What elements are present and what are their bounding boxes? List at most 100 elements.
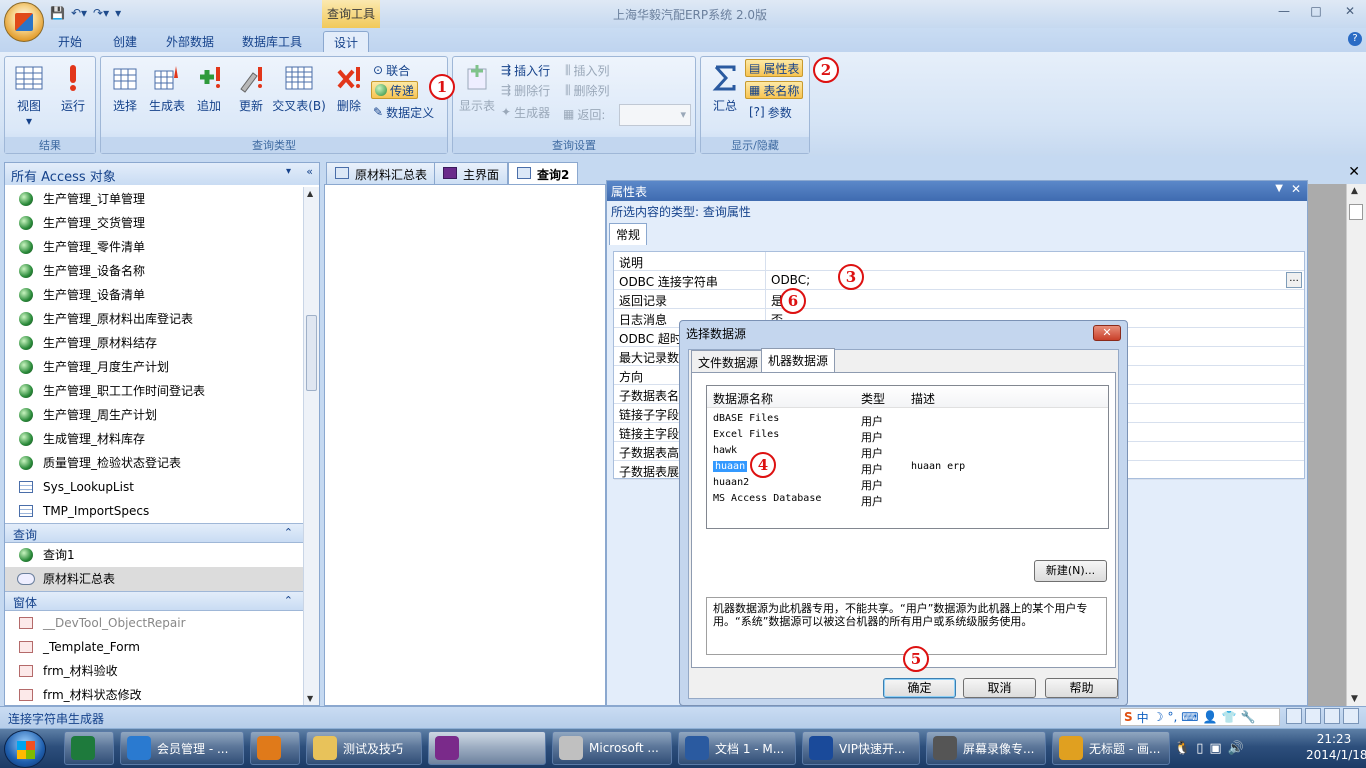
maximize-button[interactable]: □ [1306,4,1326,20]
user-icon[interactable]: 👤 [1203,710,1218,724]
collapse-pane-icon[interactable]: « [306,165,313,178]
qq-icon[interactable]: 🐧 [1174,741,1190,756]
new-data-source-button[interactable]: 新建(N)... [1034,560,1107,582]
return-combo[interactable]: ▾ [619,104,691,126]
nav-item[interactable]: 质量管理_检验状态登记表 [5,451,303,475]
moon-icon[interactable]: ☽ [1153,710,1164,724]
clock[interactable]: 21:23 2014/1/18 [1306,731,1366,763]
wrench-icon[interactable]: 🔧 [1241,710,1256,724]
nav-item[interactable]: frm_材料状态修改 [5,683,303,707]
nav-item[interactable]: 生产管理_设备清单 [5,283,303,307]
pass-through-button[interactable]: 传递 [371,81,419,99]
taskbar-button[interactable]: 测试及技巧 [306,731,422,765]
data-source-row[interactable]: Excel Files 用户 [707,428,1108,444]
sogou-icon[interactable]: S [1124,710,1133,724]
nav-item[interactable]: 生产管理_原材料出库登记表 [5,307,303,331]
ime-toolbar[interactable]: S 中 ☽ °, ⌨ 👤 👕 🔧 [1120,708,1280,726]
taskbar-button[interactable] [64,731,114,765]
help-button[interactable]: 帮助 [1045,678,1118,698]
nav-item[interactable]: _Template_Form [5,635,303,659]
nav-item[interactable]: 生产管理_设备名称 [5,259,303,283]
show-table-button[interactable]: 显示表 [455,63,499,119]
column-name[interactable]: 数据源名称 [713,390,773,407]
taskbar-button[interactable] [250,731,300,765]
column-description[interactable]: 描述 [911,390,935,407]
property-row[interactable]: 说明 [614,252,1304,271]
ime-mode[interactable]: 中 [1137,709,1149,726]
sql-editor-area[interactable] [324,184,606,706]
scroll-up-icon[interactable]: ▲ [1351,186,1358,196]
nav-item[interactable]: 生产管理_订单管理 [5,187,303,211]
scroll-up-icon[interactable]: ▲ [307,189,313,198]
scroll-down-icon[interactable]: ▼ [307,694,313,703]
taskbar-button[interactable]: Microsoft ... [552,731,672,765]
volume-icon[interactable]: 🔊 [1228,741,1244,756]
tab-machine-data-source[interactable]: 机器数据源 [761,348,836,372]
tab-database-tools[interactable]: 数据库工具 [232,31,312,52]
view-button[interactable]: 视图 ▾ [7,63,51,128]
nav-scrollbar[interactable]: ▲ ▼ [303,187,319,705]
scroll-thumb[interactable] [306,315,317,391]
doc-tab-query2[interactable]: 查询2 [508,162,579,184]
property-row[interactable]: 返回记录是 [614,290,1304,309]
save-icon[interactable]: 💾 [50,6,65,20]
keyboard-icon[interactable]: ⌨ [1181,710,1198,724]
network-icon[interactable]: ▣ [1209,741,1221,756]
delete-col-button[interactable]: ⫼ 删除列 [565,81,610,99]
design-view-icon[interactable] [1324,708,1340,724]
select-query-button[interactable]: 选择 [103,63,147,119]
data-source-row[interactable]: MS Access Database 用户 [707,492,1108,508]
chevron-down-icon[interactable]: ▼ [1275,183,1283,194]
taskbar-button[interactable]: 屏幕录像专... [926,731,1046,765]
append-button[interactable]: 追加 [187,63,231,119]
delete-row-button[interactable]: ⇶ 删除行 [501,81,550,99]
nav-section-forms[interactable]: 窗体 ⌃ [5,591,303,611]
nav-item[interactable]: 原材料汇总表 [5,567,303,591]
nav-item[interactable]: 生产管理_月度生产计划 [5,355,303,379]
tab-create[interactable]: 创建 [103,31,147,52]
property-value[interactable] [766,252,776,271]
office-button[interactable] [4,2,44,42]
taskbar-button[interactable] [428,731,546,765]
cancel-button[interactable]: 取消 [963,678,1036,698]
document-scrollbar[interactable]: ▲ ▼ [1346,184,1366,706]
totals-button[interactable]: 汇总 [703,63,747,119]
nav-item[interactable]: __DevTool_ObjectRepair [5,611,303,635]
nav-item[interactable]: 生成管理_材料库存 [5,427,303,451]
nav-item[interactable]: 查询1 [5,543,303,567]
nav-item[interactable]: TMP_ImportSpecs [5,499,303,523]
table-names-button[interactable]: ▦ 表名称 [745,81,804,99]
nav-item[interactable]: 生产管理_交货管理 [5,211,303,235]
insert-row-button[interactable]: ⇶ 插入行 [501,61,550,79]
start-button[interactable] [4,730,46,768]
make-table-button[interactable]: 生成表 [145,63,189,119]
help-icon[interactable]: ? [1348,32,1362,46]
punctuation-icon[interactable]: °, [1167,710,1177,724]
sql-view-icon[interactable] [1305,708,1321,724]
tab-general[interactable]: 常规 [609,223,648,245]
usb-icon[interactable]: ▯ [1196,741,1203,756]
run-button[interactable]: 运行 [51,63,95,119]
nav-item[interactable]: Sys_LookupList [5,475,303,499]
close-icon[interactable]: ✕ [1291,182,1301,196]
redo-icon[interactable]: ↷▾ [93,6,109,20]
tab-external-data[interactable]: 外部数据 [156,31,224,52]
delete-query-button[interactable]: 删除 [327,63,371,119]
taskbar-button[interactable]: 文档 1 - M... [678,731,796,765]
chevron-down-icon[interactable]: ▾ [286,166,291,177]
nav-item[interactable]: 生产管理_周生产计划 [5,403,303,427]
undo-icon[interactable]: ↶▾ [71,6,87,20]
scroll-thumb[interactable] [1349,204,1363,220]
data-source-row[interactable]: huaan2 用户 [707,476,1108,492]
column-type[interactable]: 类型 [861,390,885,407]
builder-ellipsis-button[interactable]: ... [1286,272,1302,288]
dialog-close-button[interactable]: ✕ [1093,325,1121,341]
data-source-row[interactable]: dBASE Files 用户 [707,412,1108,428]
nav-item[interactable]: frm_材料验收 [5,659,303,683]
data-definition-button[interactable]: ✎ 数据定义 [373,103,434,121]
customize-qat-icon[interactable]: ▾ [115,6,121,20]
grid-view-icon[interactable] [1286,708,1302,724]
parameters-button[interactable]: [?] 参数 [749,103,792,121]
property-sheet-button[interactable]: ▤ 属性表 [745,59,804,77]
nav-item[interactable]: 生产管理_职工工作时间登记表 [5,379,303,403]
